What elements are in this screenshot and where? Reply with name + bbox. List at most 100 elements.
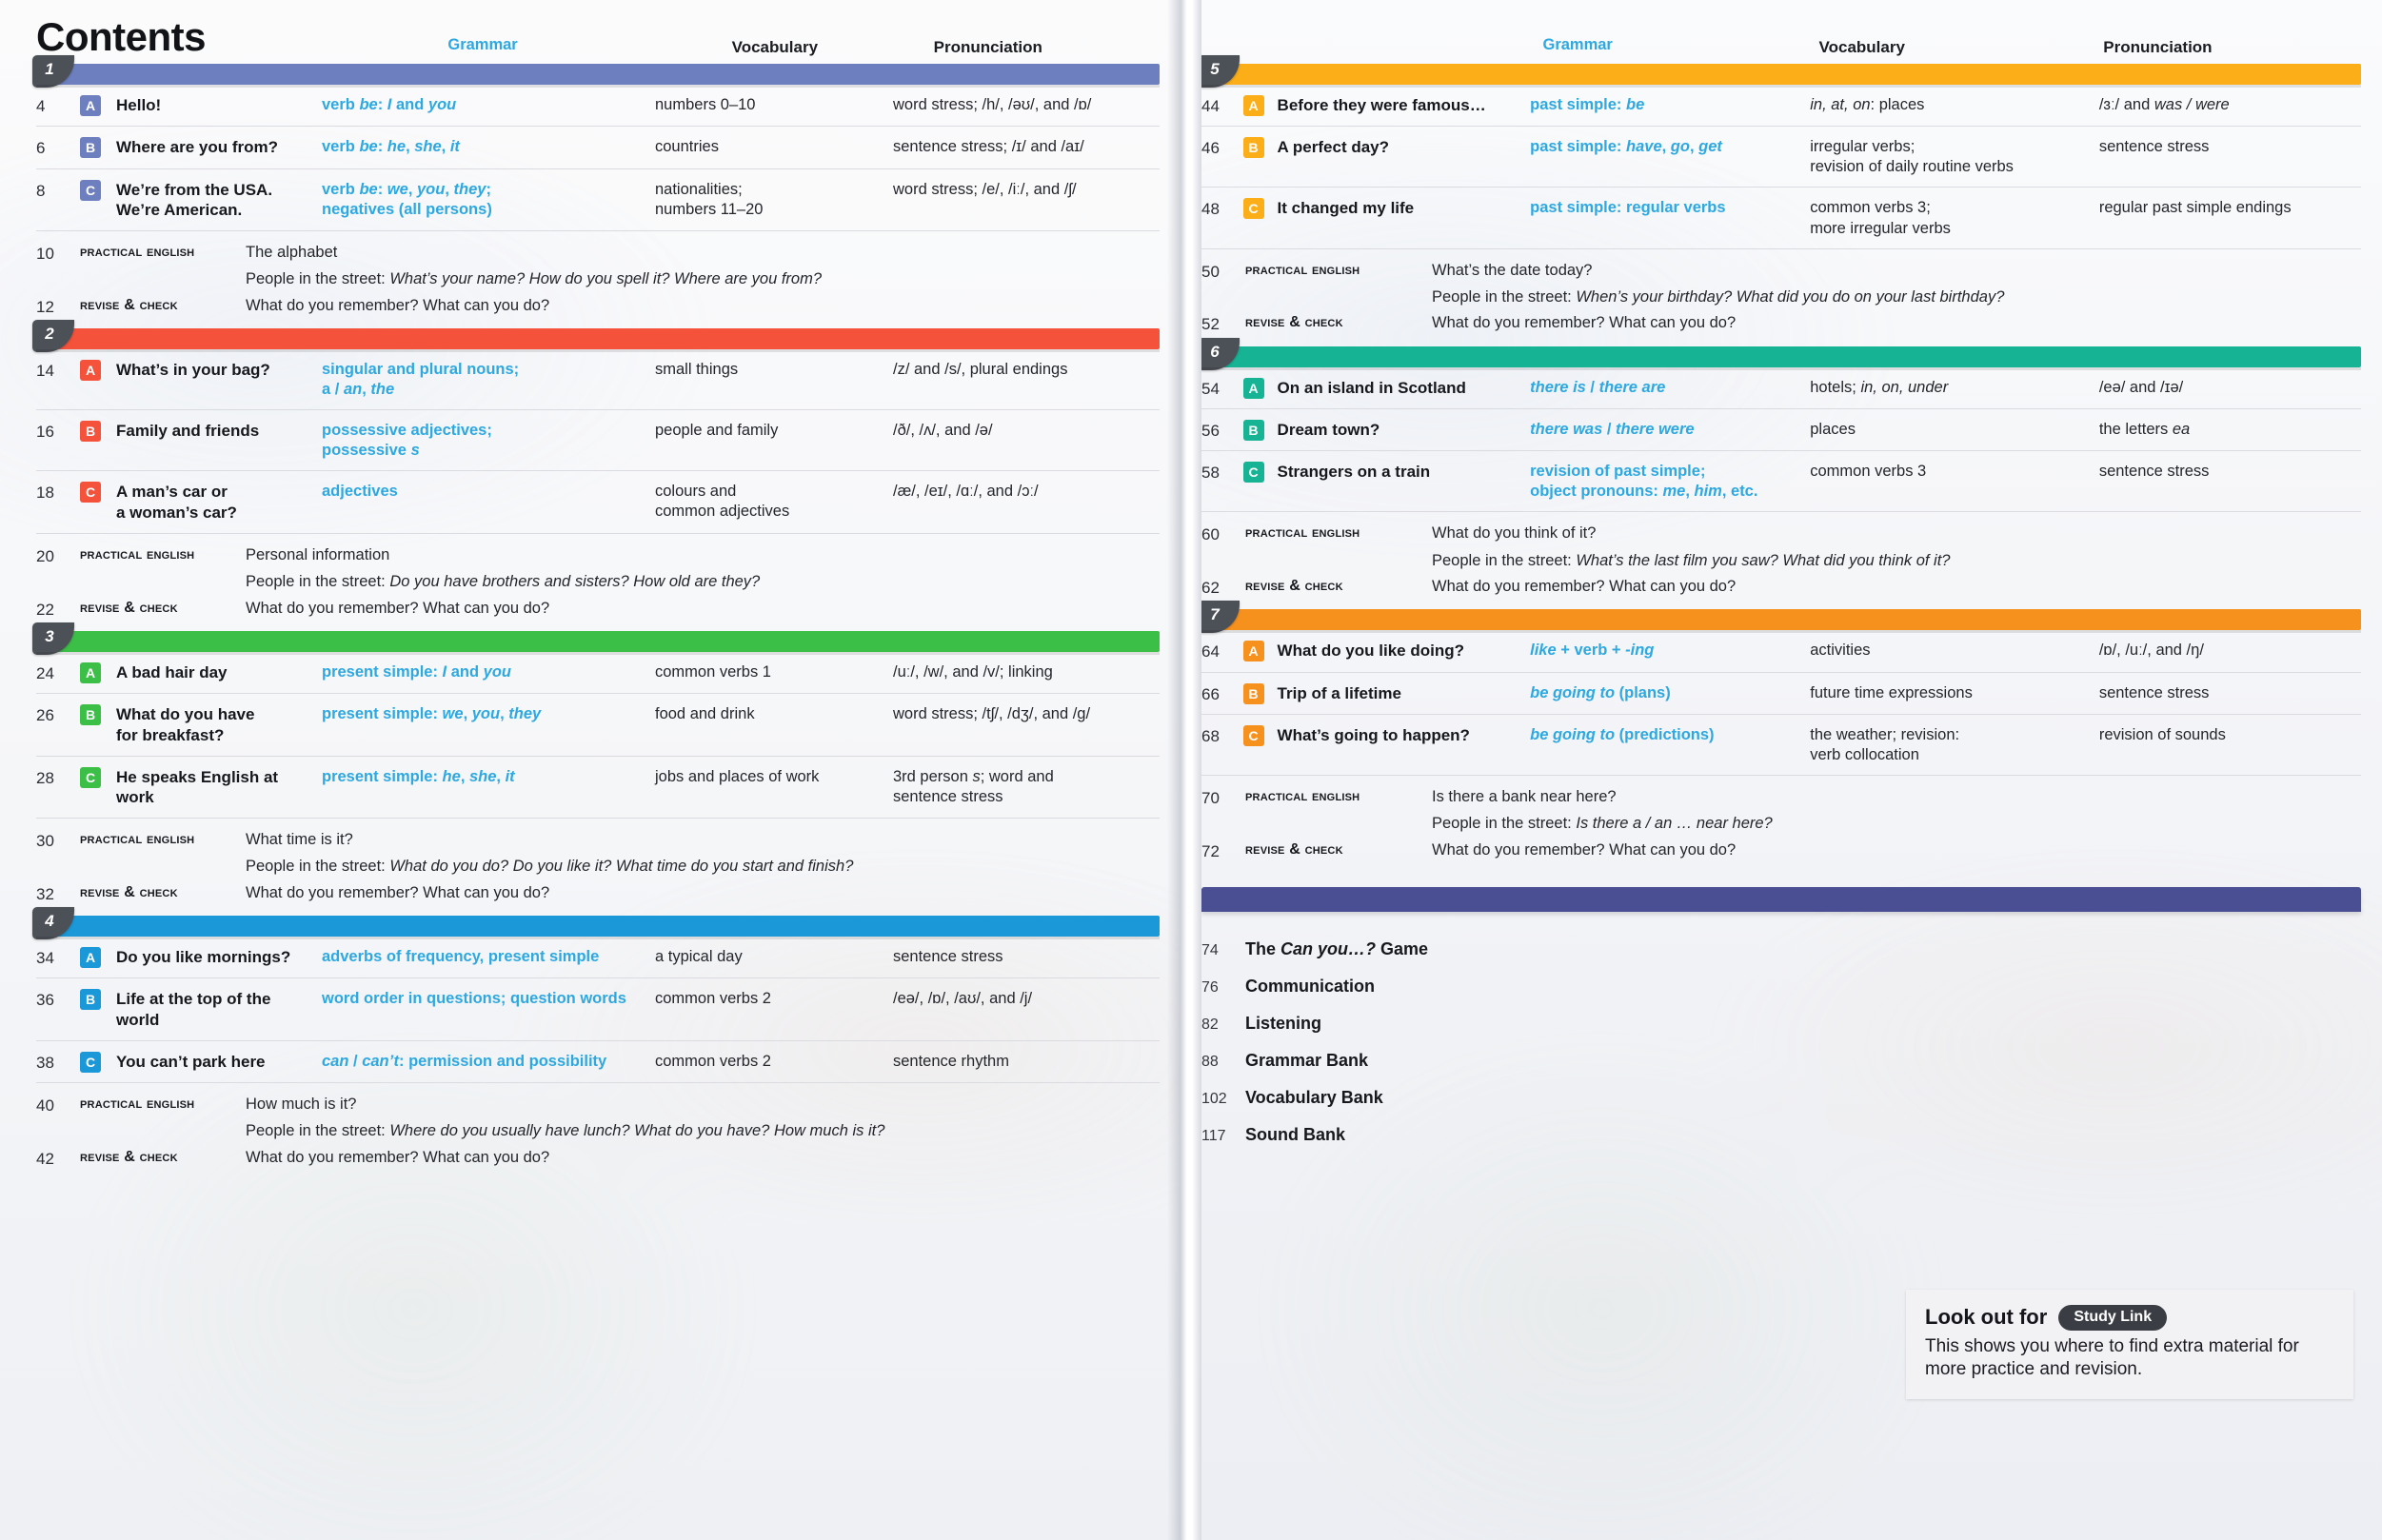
study-link-header: Look out for Study Link	[1925, 1305, 2334, 1331]
unit-number-tab: 7	[1198, 601, 1240, 633]
lesson-badge-cell: A	[80, 360, 116, 381]
lesson-row[interactable]: 44ABefore they were famous…past simple: …	[1201, 85, 2361, 127]
lesson-grammar: adverbs of frequency, present simple	[322, 947, 655, 967]
back-matter-item[interactable]: 88Grammar Bank	[1201, 1042, 2361, 1079]
lesson-row[interactable]: 66BTrip of a lifetimebe going to (plans)…	[1201, 673, 2361, 715]
lesson-page-number: 54	[1201, 378, 1243, 399]
lesson-grammar: revision of past simple;object pronouns:…	[1530, 462, 1810, 502]
revise-check-row[interactable]: 72Revise & CheckWhat do you remember? Wh…	[1201, 838, 2361, 864]
revise-check-row[interactable]: 12Revise & CheckWhat do you remember? Wh…	[36, 293, 1160, 320]
back-matter-item[interactable]: 117Sound Bank	[1201, 1116, 2361, 1154]
lesson-grammar: like + verb + -ing	[1530, 641, 1810, 661]
lesson-badge-cell: B	[80, 704, 116, 725]
lesson-badge-cell: B	[80, 421, 116, 442]
practical-english-row[interactable]: 70Practical EnglishIs there a bank near …	[1201, 784, 2361, 811]
revise-check-row[interactable]: 22Revise & CheckWhat do you remember? Wh…	[36, 596, 1160, 622]
unit-block: 14AHello!verb be: I and younumbers 0–10w…	[36, 64, 1160, 324]
practical-english-topic: How much is it?	[246, 1095, 356, 1115]
page-title: Contents	[36, 17, 206, 59]
lesson-page-number: 46	[1201, 137, 1243, 158]
lesson-page-number: 48	[1201, 198, 1243, 219]
lesson-pronunciation: /æ/, /eɪ/, /ɑː/, and /ɔː/	[893, 482, 1160, 502]
lesson-page-number: 18	[36, 482, 80, 503]
lesson-row[interactable]: 54AOn an island in Scotlandthere is / th…	[1201, 367, 2361, 409]
practical-english-row[interactable]: 30Practical EnglishWhat time is it?	[36, 827, 1160, 854]
lesson-grammar: verb be: I and you	[322, 95, 655, 115]
unit-number: 1	[45, 60, 53, 79]
lesson-row[interactable]: 36BLife at the top of the worldword orde…	[36, 978, 1160, 1041]
lesson-row[interactable]: 64AWhat do you like doing?like + verb + …	[1201, 630, 2361, 672]
revise-page-number: 52	[1201, 313, 1245, 334]
lesson-row[interactable]: 16BFamily and friendspossessive adjectiv…	[36, 410, 1160, 471]
revise-check-row[interactable]: 62Revise & CheckWhat do you remember? Wh…	[1201, 574, 2361, 601]
lesson-row[interactable]: 34ADo you like mornings?adverbs of frequ…	[36, 937, 1160, 978]
lesson-row[interactable]: 56BDream town?there was / there wereplac…	[1201, 409, 2361, 451]
lesson-page-number: 14	[36, 360, 80, 381]
back-matter-list: 74The Can you…? Game76Communication82Lis…	[1201, 912, 2361, 1154]
back-matter-item[interactable]: 74The Can you…? Game	[1201, 931, 2361, 968]
lesson-vocabulary: irregular verbs;revision of daily routin…	[1810, 137, 2099, 177]
lesson-letter-badge: A	[80, 360, 101, 381]
people-in-street-text: People in the street: What do you do? Do…	[246, 857, 853, 877]
unit-block: 544ABefore they were famous…past simple:…	[1201, 64, 2361, 342]
back-matter-label: Sound Bank	[1245, 1125, 1345, 1145]
lesson-row[interactable]: 14AWhat’s in your bag?singular and plura…	[36, 349, 1160, 410]
lesson-letter-badge: C	[80, 767, 101, 788]
lesson-badge-cell: A	[80, 947, 116, 968]
practical-english-row[interactable]: 40Practical EnglishHow much is it?	[36, 1092, 1160, 1118]
lesson-page-number: 58	[1201, 462, 1243, 483]
page-gutter	[1181, 0, 1201, 1540]
lesson-page-number: 16	[36, 421, 80, 442]
practical-english-row[interactable]: 50Practical EnglishWhat’s the date today…	[1201, 258, 2361, 285]
back-matter-label: The Can you…? Game	[1245, 939, 1428, 959]
lesson-row[interactable]: 58CStrangers on a trainrevision of past …	[1201, 451, 2361, 512]
lesson-row[interactable]: 8CWe’re from the USA.We’re American.verb…	[36, 169, 1160, 232]
practical-english-row[interactable]: 10Practical EnglishThe alphabet	[36, 240, 1160, 267]
lesson-row[interactable]: 6BWhere are you from?verb be: he, she, i…	[36, 127, 1160, 168]
revise-page-number: 42	[36, 1148, 80, 1169]
lesson-title: What’s in your bag?	[116, 360, 322, 381]
unit-practical-block: 30Practical EnglishWhat time is it? Peopl…	[36, 819, 1160, 911]
people-in-street-row: People in the street: What’s your name? …	[36, 267, 1160, 292]
practical-english-topic: What do you think of it?	[1432, 523, 1596, 543]
lesson-badge-cell: B	[1243, 420, 1278, 441]
lesson-row[interactable]: 46BA perfect day?past simple: have, go, …	[1201, 127, 2361, 188]
lesson-row[interactable]: 4AHello!verb be: I and younumbers 0–10wo…	[36, 85, 1160, 127]
back-matter-item[interactable]: 82Listening	[1201, 1005, 2361, 1042]
lesson-letter-badge: B	[1243, 683, 1264, 704]
lesson-grammar: verb be: we, you, they;negatives (all pe…	[322, 180, 655, 220]
unit-band: 2	[36, 328, 1160, 349]
practical-english-topic: Personal information	[246, 545, 389, 565]
lesson-grammar: verb be: he, she, it	[322, 137, 655, 157]
lesson-row[interactable]: 68CWhat’s going to happen?be going to (p…	[1201, 715, 2361, 776]
lesson-row[interactable]: 38CYou can’t park herecan / can’t: permi…	[36, 1041, 1160, 1083]
lesson-badge-cell: B	[1243, 137, 1278, 158]
practical-english-row[interactable]: 60Practical EnglishWhat do you think of …	[1201, 521, 2361, 547]
practical-english-row[interactable]: 20Practical EnglishPersonal information	[36, 543, 1160, 569]
unit-band: 5	[1201, 64, 2361, 85]
back-matter-item[interactable]: 102Vocabulary Bank	[1201, 1079, 2361, 1116]
lesson-row[interactable]: 28CHe speaks English at workpresent simp…	[36, 757, 1160, 819]
lesson-row[interactable]: 48CIt changed my lifepast simple: regula…	[1201, 188, 2361, 248]
revise-page-number: 22	[36, 599, 80, 620]
revise-check-row[interactable]: 32Revise & CheckWhat do you remember? Wh…	[36, 880, 1160, 907]
unit-number: 6	[1210, 343, 1219, 362]
lesson-title: You can’t park here	[116, 1052, 322, 1073]
practical-english-topic: What’s the date today?	[1432, 261, 1592, 281]
lesson-title: Where are you from?	[116, 137, 322, 158]
lesson-row[interactable]: 18CA man’s car ora woman’s car?adjective…	[36, 471, 1160, 534]
revise-check-row[interactable]: 42Revise & CheckWhat do you remember? Wh…	[36, 1145, 1160, 1172]
lesson-page-number: 68	[1201, 725, 1243, 746]
revise-check-row[interactable]: 52Revise & CheckWhat do you remember? Wh…	[1201, 310, 2361, 337]
lesson-page-number: 28	[36, 767, 80, 788]
revise-check-text: What do you remember? What can you do?	[246, 296, 549, 316]
lesson-letter-badge: C	[1243, 462, 1264, 483]
practical-english-topic: Is there a bank near here?	[1432, 787, 1617, 807]
back-matter-item[interactable]: 76Communication	[1201, 968, 2361, 1005]
lesson-row[interactable]: 26BWhat do you havefor breakfast?present…	[36, 694, 1160, 757]
left-page: ContentsGrammarVocabularyPronunciation14…	[0, 0, 1181, 1540]
lesson-pronunciation: /uː/, /w/, and /v/; linking	[893, 662, 1160, 682]
lesson-pronunciation: sentence stress	[2099, 683, 2361, 703]
lesson-row[interactable]: 24AA bad hair daypresent simple: I and y…	[36, 652, 1160, 694]
column-header-vocabulary: Vocabulary	[732, 39, 934, 59]
